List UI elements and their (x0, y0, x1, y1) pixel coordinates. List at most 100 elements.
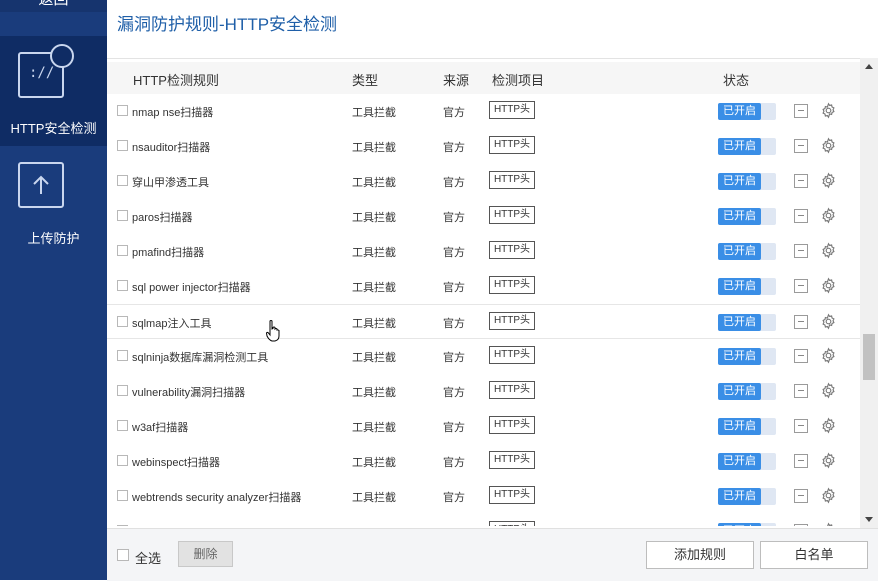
collapse-icon[interactable] (794, 279, 808, 293)
row-checkbox[interactable] (117, 245, 128, 256)
collapse-icon[interactable] (794, 139, 808, 153)
column-header-type: 类型 (352, 73, 379, 88)
collapse-icon[interactable] (794, 454, 808, 468)
gear-icon[interactable] (820, 242, 837, 259)
collapse-icon[interactable] (794, 524, 808, 526)
row-checkbox[interactable] (117, 140, 128, 151)
status-label: 已开启 (718, 523, 761, 526)
gear-icon[interactable] (820, 137, 837, 154)
rule-source: 官方 (443, 492, 465, 504)
status-toggle[interactable]: 已开启 (718, 138, 776, 155)
status-toggle[interactable]: 已开启 (718, 208, 776, 225)
collapse-icon[interactable] (794, 489, 808, 503)
row-checkbox[interactable] (117, 420, 128, 431)
row-checkbox[interactable] (117, 105, 128, 116)
gear-icon[interactable] (820, 487, 837, 504)
gear-icon[interactable] (820, 347, 837, 364)
status-toggle[interactable]: 已开启 (718, 278, 776, 295)
nav-item-http-security[interactable]: :// HTTP安全检测 (0, 36, 107, 146)
nav-item-upload-protection[interactable]: 上传防护 (0, 146, 107, 256)
gear-icon[interactable] (820, 452, 837, 469)
rule-type: 工具拦截 (352, 247, 396, 259)
nav-label-upload-protection: 上传防护 (27, 231, 80, 246)
detection-item-tag: HTTP头 (489, 416, 535, 434)
detection-item-tag: HTTP头 (489, 521, 535, 526)
collapse-icon[interactable] (794, 315, 808, 329)
gear-icon[interactable] (820, 382, 837, 399)
status-label: 已开启 (718, 418, 761, 435)
gear-icon[interactable] (820, 207, 837, 224)
status-toggle[interactable]: 已开启 (718, 103, 776, 120)
rule-type: 工具拦截 (352, 318, 396, 330)
table-row: sqlninja数据库漏洞检测工具 工具拦截 官方 HTTP头 已开启 (107, 339, 860, 374)
rule-source: 官方 (443, 318, 465, 330)
row-checkbox[interactable] (117, 490, 128, 501)
whitelist-button[interactable]: 白名单 (760, 541, 868, 569)
status-toggle[interactable]: 已开启 (718, 523, 776, 526)
rule-type: 工具拦截 (352, 422, 396, 434)
rule-type: 工具拦截 (352, 142, 396, 154)
rule-type: 工具拦截 (352, 282, 396, 294)
collapse-icon[interactable] (794, 174, 808, 188)
status-toggle[interactable]: 已开启 (718, 243, 776, 260)
gear-icon[interactable] (820, 102, 837, 119)
rule-type: 工具拦截 (352, 177, 396, 189)
detection-item-tag: HTTP头 (489, 381, 535, 399)
rule-name: webtrends security analyzer扫描器 (132, 492, 302, 504)
detection-item-tag: HTTP头 (489, 276, 535, 294)
status-label: 已开启 (718, 488, 761, 505)
hand-cursor-icon (265, 320, 280, 342)
rule-name: w3af扫描器 (132, 422, 189, 434)
row-checkbox[interactable] (117, 316, 128, 327)
status-label: 已开启 (718, 138, 761, 155)
status-toggle[interactable]: 已开启 (718, 418, 776, 435)
vertical-scrollbar[interactable] (860, 58, 878, 528)
collapse-icon[interactable] (794, 104, 808, 118)
select-all-label[interactable]: 全选 (135, 548, 161, 567)
status-toggle[interactable]: 已开启 (718, 383, 776, 400)
status-toggle[interactable]: 已开启 (718, 348, 776, 365)
rule-source: 官方 (443, 142, 465, 154)
add-rule-button[interactable]: 添加规则 (646, 541, 754, 569)
gear-icon[interactable] (820, 417, 837, 434)
row-checkbox[interactable] (117, 385, 128, 396)
rule-type: 工具拦截 (352, 492, 396, 504)
status-toggle[interactable]: 已开启 (718, 314, 776, 331)
detection-item-tag: HTTP头 (489, 241, 535, 259)
scrollbar-thumb[interactable] (863, 334, 875, 380)
status-toggle[interactable]: 已开启 (718, 173, 776, 190)
gear-icon[interactable] (820, 522, 837, 526)
rule-name: pmafind扫描器 (132, 247, 205, 259)
collapse-icon[interactable] (794, 419, 808, 433)
collapse-icon[interactable] (794, 349, 808, 363)
row-checkbox[interactable] (117, 525, 128, 526)
gear-icon[interactable] (820, 172, 837, 189)
scroll-up-arrow-icon[interactable] (860, 58, 878, 76)
status-toggle[interactable]: 已开启 (718, 488, 776, 505)
column-header-status: 状态 (723, 73, 750, 88)
gear-icon[interactable] (820, 313, 837, 330)
scroll-down-arrow-icon[interactable] (860, 510, 878, 528)
gear-icon[interactable] (820, 277, 837, 294)
delete-button[interactable]: 删除 (178, 541, 233, 567)
row-checkbox[interactable] (117, 210, 128, 221)
back-button[interactable]: 返回 (0, 0, 107, 12)
table-row: 穿山甲渗透工具 工具拦截 官方 HTTP头 已开启 (107, 164, 860, 199)
row-checkbox[interactable] (117, 175, 128, 186)
select-all-checkbox[interactable] (117, 549, 129, 561)
page-header: 漏洞防护规则-HTTP安全检测 (107, 0, 878, 59)
collapse-icon[interactable] (794, 384, 808, 398)
rule-type: 工具拦截 (352, 387, 396, 399)
footer-toolbar: 全选 删除 添加规则 白名单 (107, 528, 878, 581)
row-checkbox[interactable] (117, 455, 128, 466)
collapse-icon[interactable] (794, 209, 808, 223)
collapse-icon[interactable] (794, 244, 808, 258)
status-label: 已开启 (718, 173, 761, 190)
rule-type: 工具拦截 (352, 352, 396, 364)
status-toggle[interactable]: 已开启 (718, 453, 776, 470)
detection-item-tag: HTTP头 (489, 136, 535, 154)
row-checkbox[interactable] (117, 350, 128, 361)
row-checkbox[interactable] (117, 280, 128, 291)
table-row: nsauditor扫描器 工具拦截 官方 HTTP头 已开启 (107, 129, 860, 164)
page-title: 漏洞防护规则-HTTP安全检测 (117, 15, 338, 34)
